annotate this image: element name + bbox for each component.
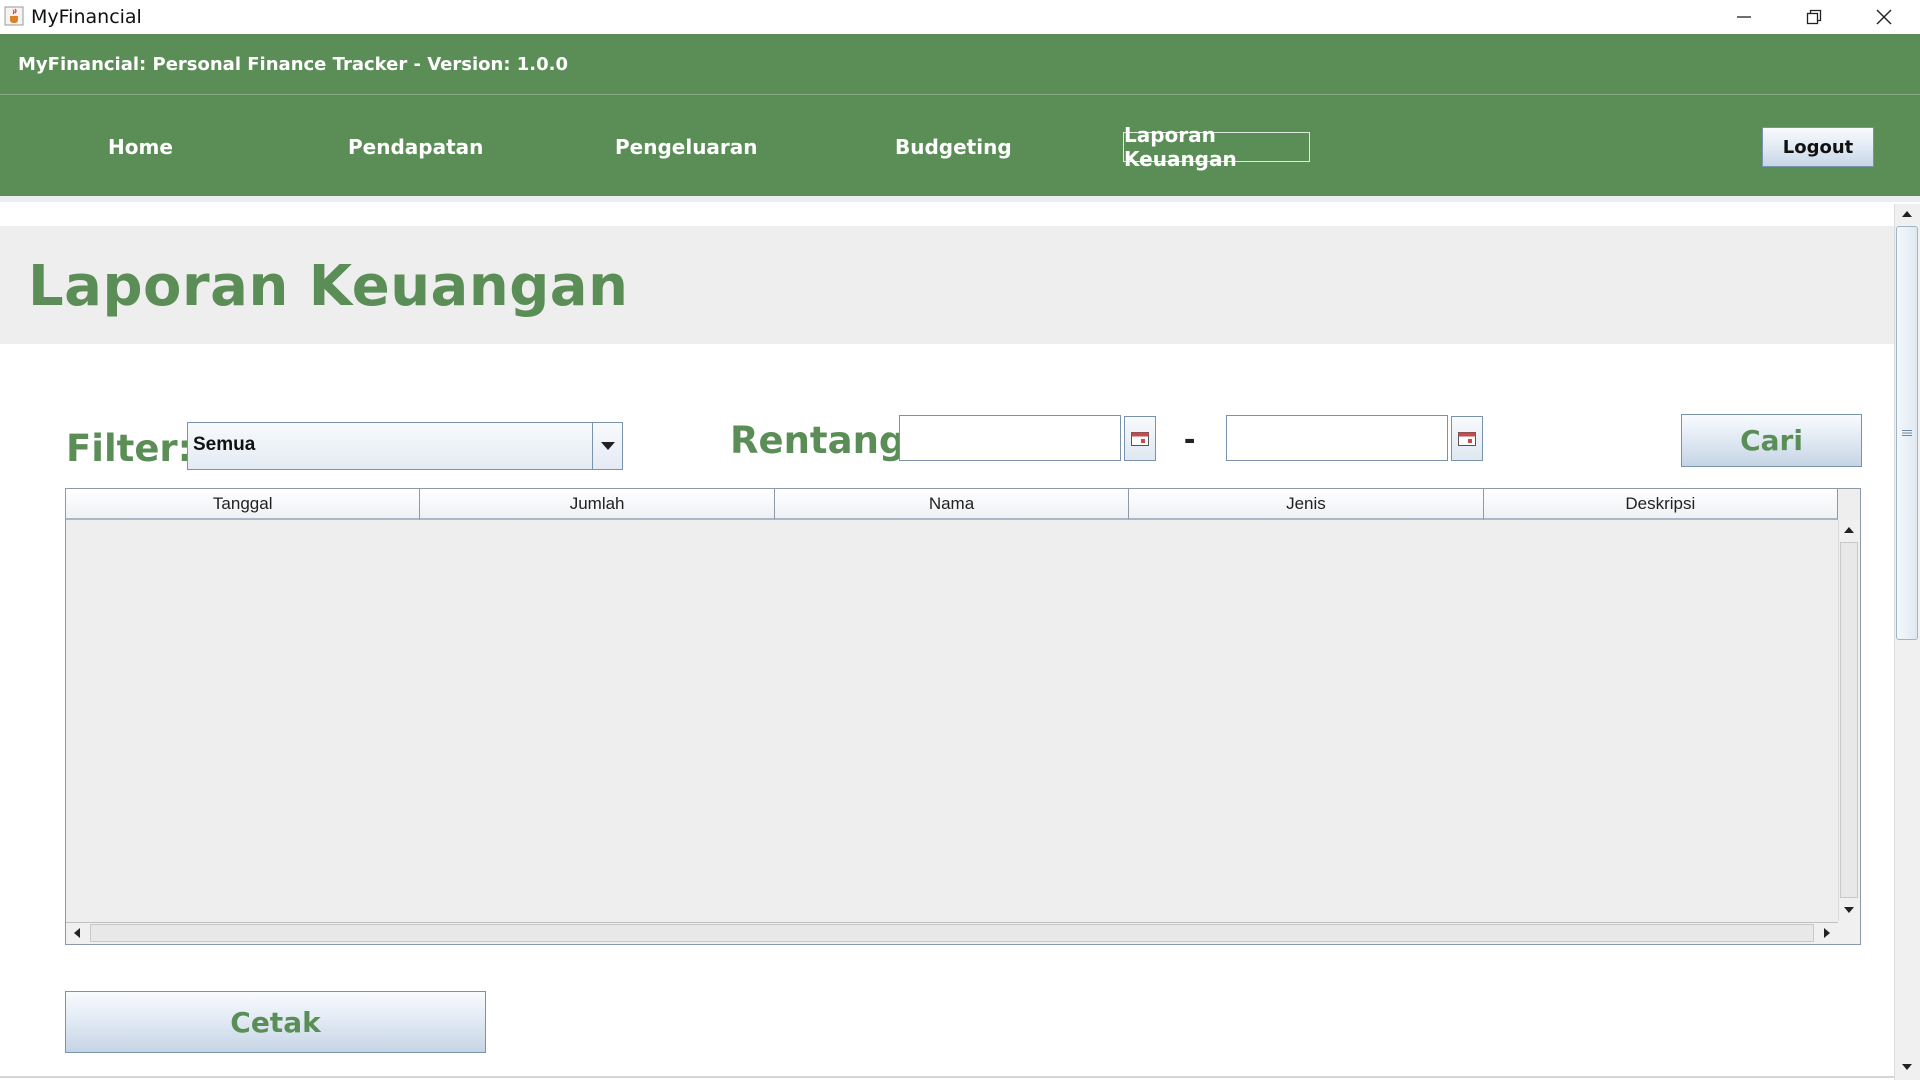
header-divider <box>0 94 1920 95</box>
calendar-icon <box>1131 431 1149 446</box>
column-header-nama[interactable]: Nama <box>774 489 1130 520</box>
date-to-input[interactable] <box>1226 415 1448 461</box>
column-header-tanggal[interactable]: Tanggal <box>66 489 421 520</box>
version-text: MyFinancial: Personal Finance Tracker - … <box>18 54 569 75</box>
nav-home[interactable]: Home <box>108 132 173 162</box>
table-scroll-corner <box>1838 922 1860 944</box>
dropdown-arrow-button[interactable] <box>592 423 622 469</box>
arrow-right-icon <box>1824 928 1830 938</box>
print-button[interactable]: Cetak <box>65 991 486 1053</box>
scroll-down-button[interactable] <box>1894 1057 1920 1077</box>
arrow-down-icon <box>1902 1064 1912 1070</box>
nav-budgeting[interactable]: Budgeting <box>895 132 1012 162</box>
minimize-icon <box>1737 16 1751 18</box>
restore-button[interactable] <box>1779 0 1849 34</box>
nav-pendapatan[interactable]: Pendapatan <box>348 132 483 162</box>
search-button[interactable]: Cari <box>1681 414 1862 467</box>
calendar-icon <box>1458 431 1476 446</box>
page-scroll-thumb[interactable] <box>1896 226 1918 640</box>
report-table <box>65 488 1861 945</box>
filter-label: Filter: <box>66 427 193 470</box>
bottom-border <box>0 1076 1894 1078</box>
arrow-up-icon <box>1844 527 1854 533</box>
window-titlebar <box>0 0 1920 34</box>
nav-pengeluaran[interactable]: Pengeluaran <box>615 132 758 162</box>
arrow-up-icon <box>1902 211 1912 217</box>
java-cup-icon <box>4 6 24 26</box>
restore-icon <box>1806 9 1822 25</box>
page-title: Laporan Keuangan <box>28 254 629 319</box>
minimize-button[interactable] <box>1709 0 1779 34</box>
logout-button[interactable]: Logout <box>1762 127 1874 167</box>
range-separator: - <box>1184 420 1196 458</box>
header-shadow <box>0 196 1920 202</box>
table-vertical-scroll-thumb[interactable] <box>1840 542 1858 898</box>
column-header-deskripsi[interactable]: Deskripsi <box>1483 489 1839 520</box>
filter-selected-value: Semua <box>193 434 256 455</box>
table-header: Tanggal Jumlah Nama Jenis Deskripsi <box>66 489 1839 520</box>
column-header-jumlah[interactable]: Jumlah <box>420 489 775 520</box>
column-header-jenis[interactable]: Jenis <box>1129 489 1484 520</box>
table-scroll-left-button[interactable] <box>66 922 88 944</box>
close-button[interactable] <box>1849 0 1919 34</box>
table-horizontal-scroll-thumb[interactable] <box>90 924 1814 942</box>
date-from-picker-button[interactable] <box>1124 416 1156 461</box>
date-from-input[interactable] <box>899 415 1121 461</box>
chevron-down-icon <box>600 442 615 450</box>
table-scroll-up-button[interactable] <box>1838 520 1860 540</box>
close-icon <box>1876 9 1892 25</box>
arrow-left-icon <box>74 928 80 938</box>
date-to-picker-button[interactable] <box>1451 416 1483 461</box>
range-label: Rentang: <box>730 419 921 462</box>
nav-laporan-keuangan[interactable]: Laporan Keuangan <box>1123 123 1310 171</box>
window-title: MyFinancial <box>31 6 142 28</box>
table-scroll-down-button[interactable] <box>1838 900 1860 920</box>
grip-icon <box>1902 430 1912 436</box>
scroll-up-button[interactable] <box>1894 204 1920 224</box>
arrow-down-icon <box>1844 907 1854 913</box>
table-scroll-right-button[interactable] <box>1816 922 1838 944</box>
